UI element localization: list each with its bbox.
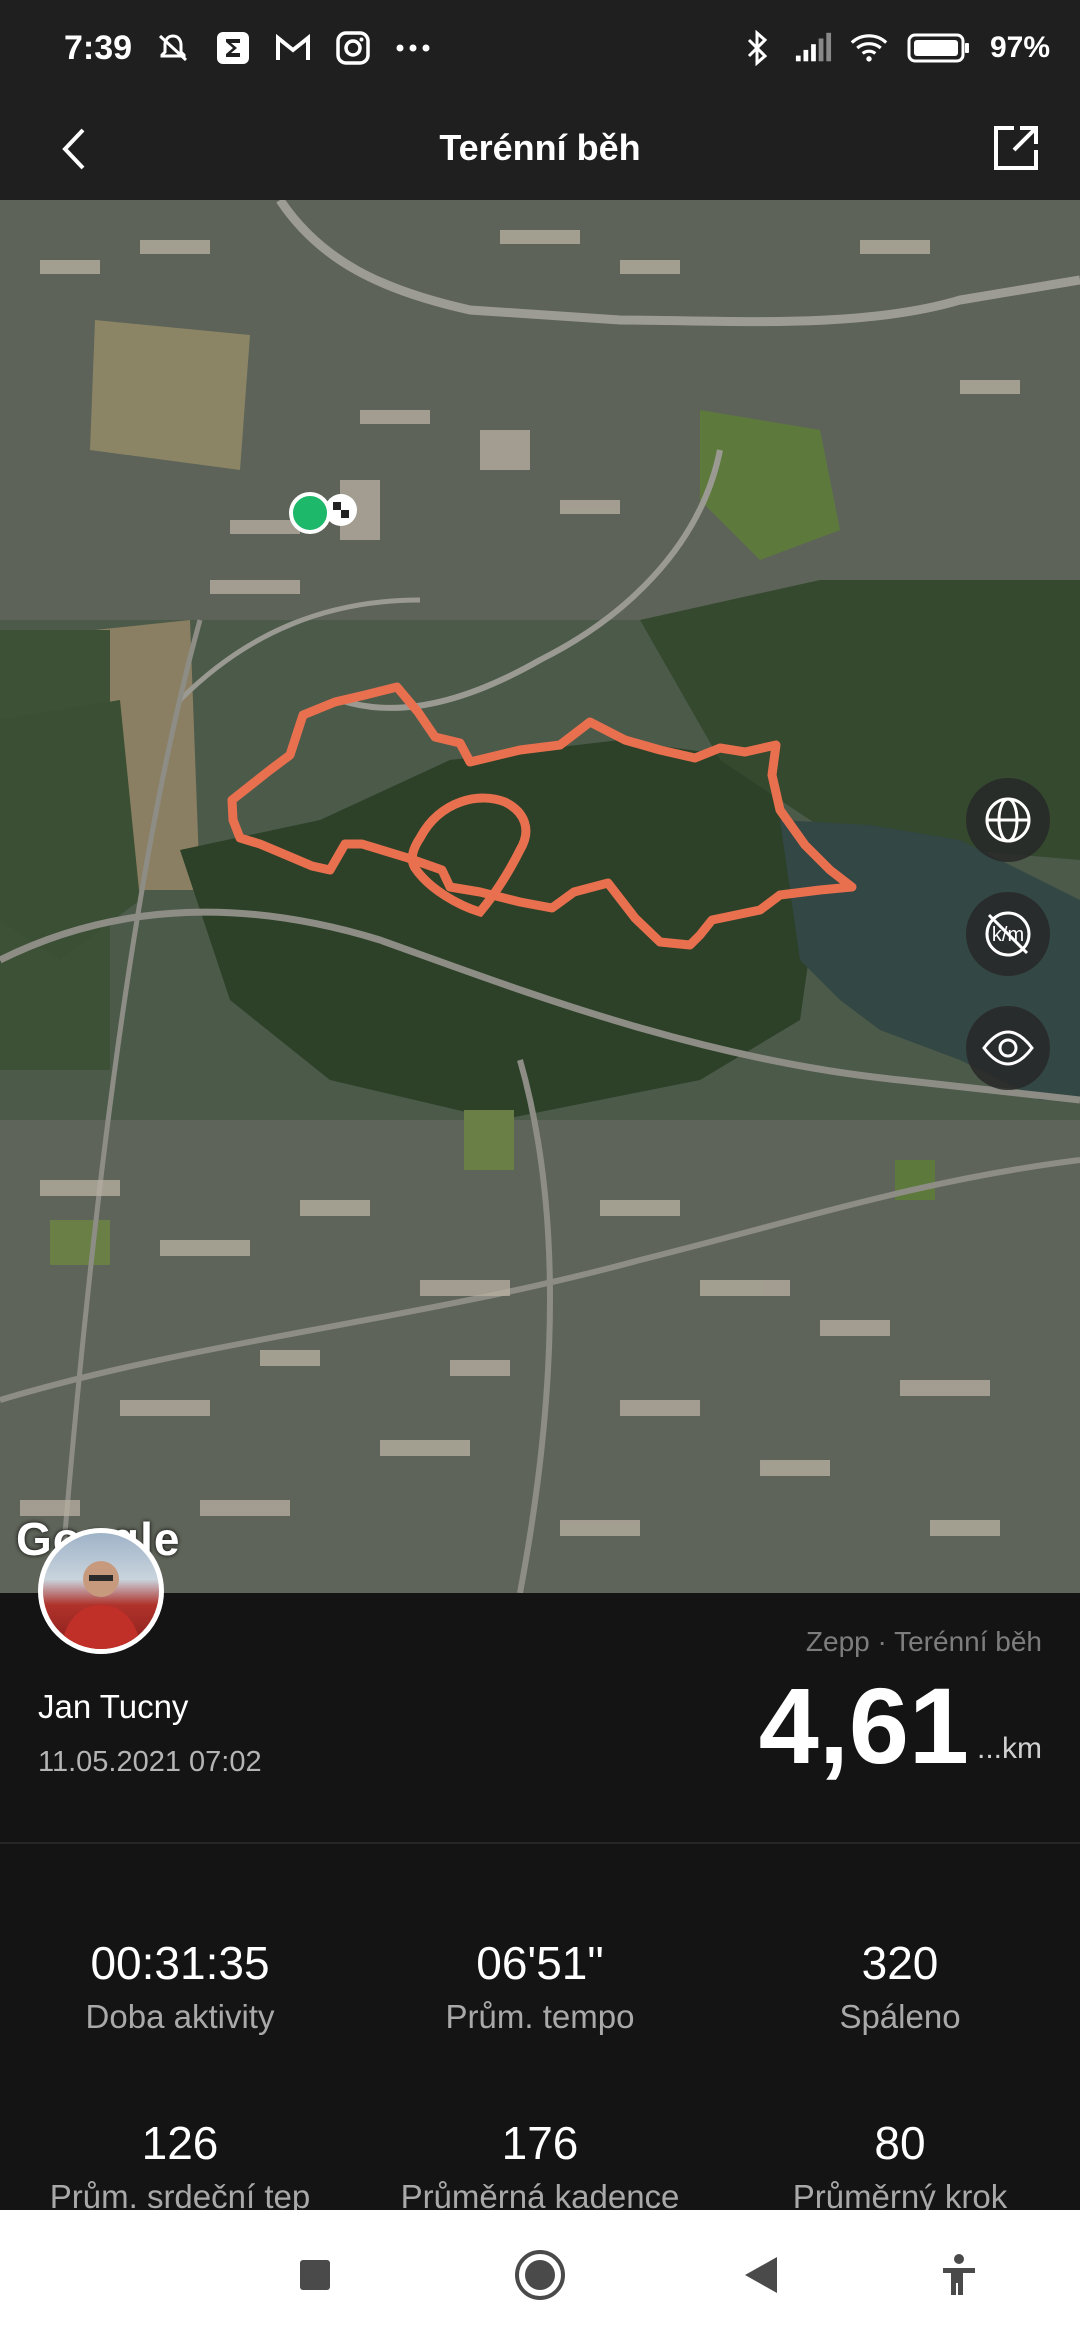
stat-value: 176 xyxy=(501,2117,579,2169)
battery-percent: 97% xyxy=(989,31,1050,64)
stat-pace: 06'51" Prům. tempo xyxy=(360,1936,720,2036)
satellite-map xyxy=(0,200,1080,1593)
instagram-icon xyxy=(334,29,372,67)
app-bar: Terénní běh xyxy=(0,96,1080,200)
stat-duration: 00:31:35 Doba aktivity xyxy=(0,1936,360,2036)
battery-icon xyxy=(906,29,972,67)
recents-button[interactable] xyxy=(280,2240,350,2310)
stat-label: Spáleno xyxy=(839,1998,961,2035)
accessibility-icon xyxy=(943,2254,975,2295)
eye-icon xyxy=(982,1030,1034,1066)
user-name: Jan Tucny xyxy=(38,1688,189,1725)
system-nav-bar xyxy=(0,2210,1080,2340)
sigma-app-icon xyxy=(214,29,252,67)
distance: 4,61 ...km xyxy=(759,1672,1042,1780)
start-marker xyxy=(289,492,331,534)
stat-calories: 320 Spáleno xyxy=(720,1936,1080,2036)
distance-value: 4,61 xyxy=(758,1665,969,1786)
recents-square-icon xyxy=(300,2260,330,2290)
page-title: Terénní běh xyxy=(439,127,641,168)
mute-icon xyxy=(154,29,192,67)
status-time: 7:39 xyxy=(64,28,133,67)
globe-icon xyxy=(985,797,1031,843)
more-dots-icon xyxy=(394,29,432,67)
signal-icon xyxy=(794,29,832,67)
status-bar: 7:39 97% xyxy=(0,0,1080,96)
stat-value: 320 xyxy=(861,1937,939,1989)
activity-source: Zepp · Terénní běh xyxy=(805,1626,1042,1657)
user-photo xyxy=(61,1561,141,1649)
stat-label: Prům. tempo xyxy=(445,1998,635,2035)
share-icon xyxy=(994,126,1038,170)
avatar[interactable] xyxy=(38,1528,164,1654)
stat-stride: 80 Průměrný krok xyxy=(720,2116,1080,2216)
stat-cadence: 176 Průměrná kadence xyxy=(360,2116,720,2216)
map-layer-button[interactable] xyxy=(966,778,1050,862)
back-button[interactable] xyxy=(40,114,110,184)
km-markers-toggle-button[interactable]: k/m xyxy=(966,892,1050,976)
stat-value: 80 xyxy=(874,2117,926,2169)
back-triangle-icon xyxy=(745,2257,777,2293)
stats-grid: 00:31:35 Doba aktivity 06'51" Prům. temp… xyxy=(0,1844,1080,2215)
accessibility-button[interactable] xyxy=(924,2240,994,2310)
stat-value: 00:31:35 xyxy=(90,1937,270,1989)
stat-value: 126 xyxy=(141,2117,219,2169)
km-markers-off-icon: k/m xyxy=(985,911,1031,957)
activity-date: 11.05.2021 07:02 xyxy=(38,1746,262,1778)
home-button[interactable] xyxy=(505,2240,575,2310)
nav-back-button[interactable] xyxy=(726,2240,796,2310)
share-button[interactable] xyxy=(980,112,1052,184)
stat-value: 06'51" xyxy=(476,1937,604,1989)
bluetooth-icon xyxy=(738,29,776,67)
distance-unit: ...km xyxy=(977,1732,1042,1765)
home-circle-icon xyxy=(515,2250,565,2300)
stat-heart-rate: 126 Prům. srdeční tep xyxy=(0,2116,360,2216)
gmail-icon xyxy=(274,29,312,67)
back-arrow-icon xyxy=(62,128,85,170)
visibility-toggle-button[interactable] xyxy=(966,1006,1050,1090)
route-map[interactable]: k/m Google xyxy=(0,200,1080,1593)
wifi-icon xyxy=(850,29,888,67)
stat-label: Doba aktivity xyxy=(85,1998,275,2035)
